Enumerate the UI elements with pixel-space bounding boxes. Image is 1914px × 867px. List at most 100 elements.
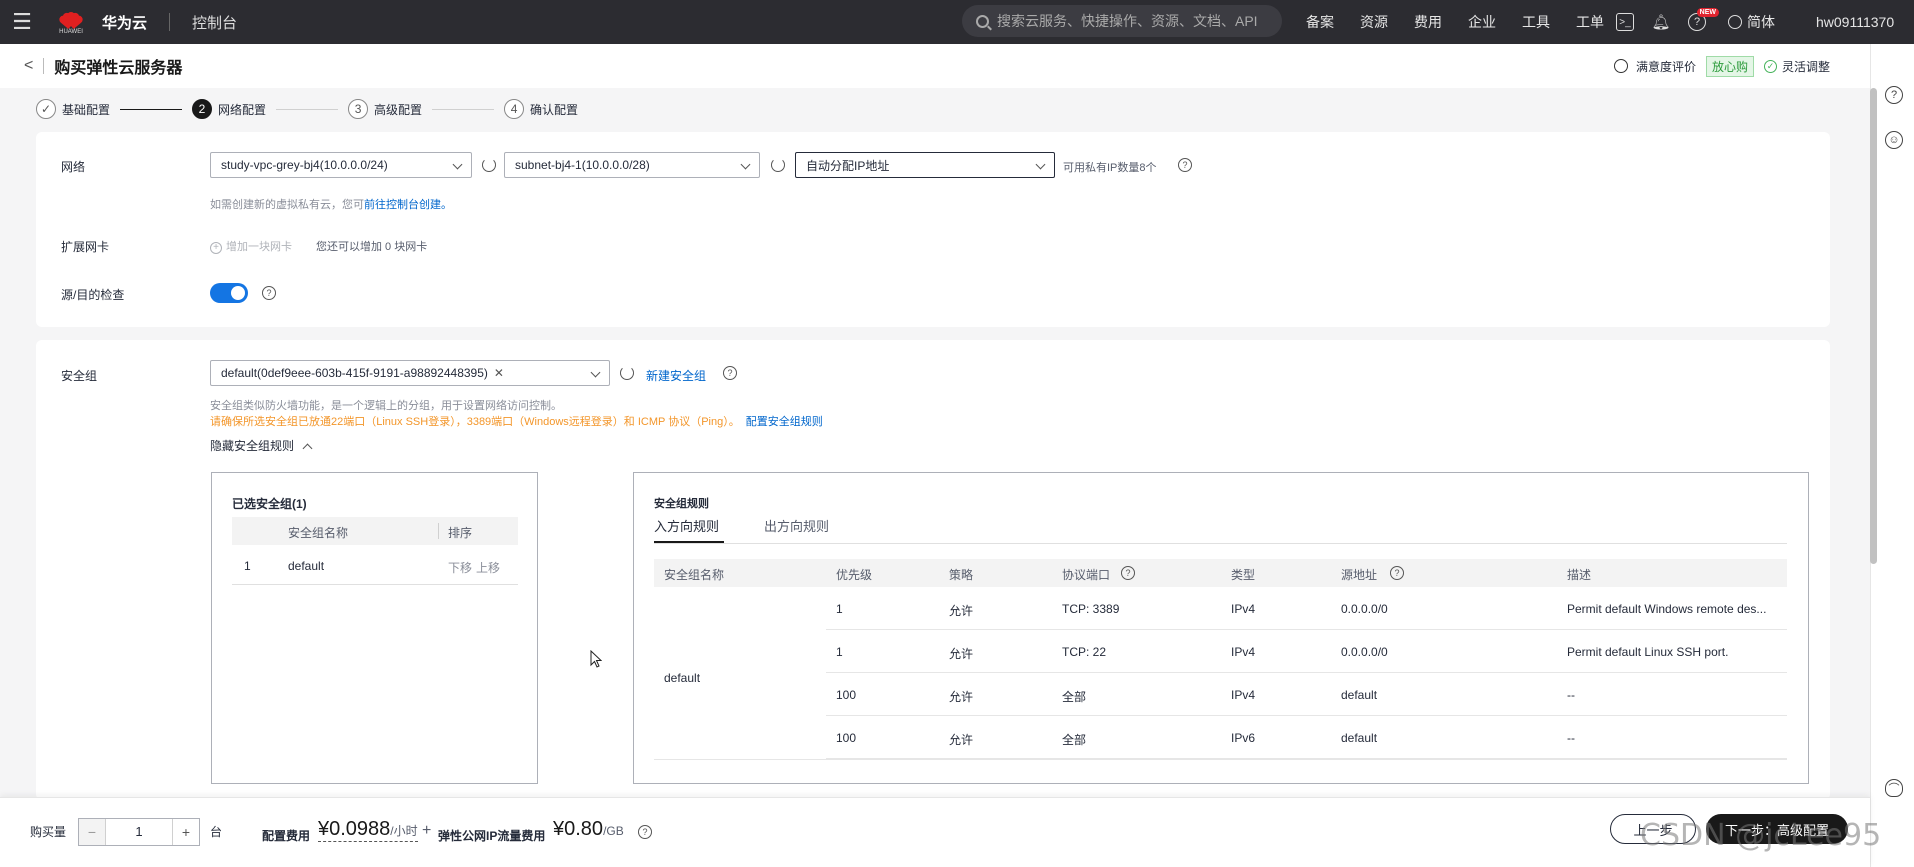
console-link[interactable]: 控制台 (192, 12, 237, 33)
back-arrow-icon[interactable]: < (24, 57, 33, 75)
search-placeholder: 搜索云服务、快捷操作、资源、文档、API (997, 13, 1258, 29)
previous-step-button[interactable]: 上一步 (1610, 814, 1696, 844)
selected-groups-header (232, 517, 518, 545)
config-cost-value[interactable]: ¥0.0988/小时 (318, 818, 418, 842)
chevron-down-icon (740, 159, 751, 170)
help-question-icon[interactable]: ? (1390, 566, 1404, 580)
satisfaction-link[interactable]: 满意度评价 (1636, 58, 1696, 75)
refresh-vpc-icon[interactable] (482, 158, 496, 172)
rule-type: IPv4 (1231, 688, 1256, 702)
help-circle-icon[interactable]: ? (1885, 86, 1903, 104)
language-switcher[interactable]: 简体 (1728, 0, 1775, 44)
subnet-select[interactable]: subnet-bj4-1(10.0.0.0/28) (504, 152, 760, 178)
vertical-scrollbar[interactable] (1870, 88, 1877, 564)
user-account-menu[interactable]: hw09111370 (1816, 0, 1894, 44)
config-rules-link[interactable]: 配置安全组规则 (746, 416, 823, 428)
next-step-button[interactable]: 下一步：高级配置 (1706, 814, 1848, 844)
new-security-group-link[interactable]: 新建安全组 (646, 367, 706, 384)
quantity-value[interactable]: 1 (105, 819, 173, 845)
vpc-create-hint: 如需创建新的虚拟私有云，您可前往控制台创建。 (210, 196, 452, 212)
nav-link-tickets[interactable]: 工单 (1576, 12, 1604, 32)
help-question-icon[interactable]: ? (1178, 158, 1192, 172)
huawei-logo-icon (57, 10, 85, 29)
rule-port: 全部 (1062, 733, 1087, 747)
step-connector (432, 108, 495, 110)
customer-service-icon[interactable]: ⌒ (1885, 779, 1903, 797)
nav-link-beian[interactable]: 备案 (1306, 12, 1334, 32)
step-connector (120, 108, 183, 110)
tab-divider (654, 543, 1787, 544)
ip-mode-select[interactable]: 自动分配IP地址 (795, 152, 1055, 178)
help-icon[interactable]: ? NEW (1688, 8, 1719, 31)
hamburger-menu-icon[interactable]: ☰ (0, 0, 44, 44)
security-rules-box: 安全组规则 入方向规则 出方向规则 安全组名称 优先级 策略 协议端口 ? 类型… (633, 472, 1809, 784)
tab-outbound-rules[interactable]: 出方向规则 (764, 516, 829, 535)
tab-inbound-rules[interactable]: 入方向规则 (654, 516, 719, 535)
hide-rules-label: 隐藏安全组规则 (210, 439, 295, 453)
security-port-warning: 请确保所选安全组已放通22端口（Linux SSH登录），3389端口（Wind… (210, 413, 823, 429)
nav-link-resources[interactable]: 资源 (1360, 12, 1388, 32)
terminal-icon[interactable]: >_ (1616, 13, 1634, 31)
rule-priority: 100 (836, 688, 857, 702)
move-up-button[interactable]: 上移 (476, 559, 500, 576)
rule-type: IPv6 (1231, 731, 1256, 745)
huawei-logo[interactable]: HUAWEI (56, 10, 86, 35)
src-dst-check-label: 源/目的检查 (61, 288, 125, 302)
help-question-icon[interactable]: ? (1121, 566, 1135, 580)
rule-priority: 1 (836, 602, 843, 616)
vpc-select[interactable]: study-vpc-grey-bj4(10.0.0.0/24) (210, 152, 472, 178)
brand-name[interactable]: 华为云 (102, 12, 147, 33)
logo-wordmark: HUAWEI (59, 28, 83, 35)
help-question-icon[interactable]: ? (262, 286, 276, 300)
rule-port: 全部 (1062, 690, 1087, 704)
vpc-value: study-vpc-grey-bj4(10.0.0.0/24) (221, 158, 388, 172)
security-group-hint: 安全组类似防火墙功能，是一个逻辑上的分组，用于设置网络访问控制。 (210, 400, 562, 412)
rule-source-link[interactable]: default (1341, 731, 1377, 745)
globe-icon (1728, 15, 1742, 29)
safe-purchase-badge[interactable]: 放心购 (1705, 55, 1754, 77)
col-header-priority: 优先级 (836, 568, 873, 582)
nav-link-billing[interactable]: 费用 (1414, 12, 1442, 32)
header-divider (43, 58, 45, 74)
plus-sign: + (422, 822, 432, 839)
refresh-security-group-icon[interactable] (620, 366, 634, 380)
quantity-stepper[interactable]: − 1 + (78, 818, 200, 846)
nav-link-enterprise[interactable]: 企业 (1468, 12, 1496, 32)
chevron-up-icon (302, 443, 313, 454)
rule-description: -- (1567, 731, 1575, 745)
move-down-button[interactable]: 下移 (448, 559, 472, 576)
feedback-smile-icon[interactable]: ☺ (1885, 131, 1903, 149)
bell-icon[interactable]: 🔔︎ (1651, 13, 1670, 31)
nav-link-tools[interactable]: 工具 (1522, 12, 1550, 32)
add-nic-button[interactable]: + 增加一块网卡 (210, 238, 292, 254)
global-search-input[interactable]: 搜索云服务、快捷操作、资源、文档、API (962, 5, 1282, 37)
col-header-source: 源地址 (1341, 568, 1378, 582)
step-3-number: 3 (348, 99, 369, 119)
step-1-label[interactable]: 基础配置 (62, 101, 110, 118)
rule-source-link[interactable]: default (1341, 688, 1377, 702)
flexible-adjust-link[interactable]: 灵活调整 (1782, 58, 1830, 75)
rule-type: IPv4 (1231, 602, 1256, 616)
close-icon[interactable]: ✕ (494, 366, 504, 380)
subnet-value: subnet-bj4-1(10.0.0.0/28) (515, 158, 650, 172)
chevron-down-icon (1035, 159, 1046, 170)
eip-cost-unit: /GB (603, 824, 624, 838)
help-question-icon[interactable]: ? (723, 366, 737, 380)
chevron-down-icon (452, 159, 463, 170)
quantity-unit: 台 (210, 825, 223, 839)
security-group-label: 安全组 (61, 369, 98, 383)
config-cost-unit: /小时 (390, 824, 418, 838)
hide-rules-toggle[interactable]: 隐藏安全组规则 (210, 437, 313, 454)
src-dst-check-toggle[interactable] (210, 283, 248, 303)
decrement-button[interactable]: − (79, 819, 105, 845)
refresh-subnet-icon[interactable] (771, 158, 785, 172)
step-3-label: 高级配置 (374, 102, 423, 117)
security-group-select[interactable]: default(0def9eee-603b-415f-9191-a9889244… (210, 360, 610, 386)
row-index: 1 (244, 559, 251, 573)
go-create-vpc-link[interactable]: 前往控制台创建。 (364, 199, 452, 211)
eip-cost-value: ¥0.80/GB (553, 818, 624, 841)
increment-button[interactable]: + (173, 819, 199, 845)
vpc-create-hint-text: 如需创建新的虚拟私有云，您可 (210, 199, 364, 211)
step-2-number: 2 (192, 99, 213, 119)
help-question-icon[interactable]: ? (638, 825, 652, 839)
